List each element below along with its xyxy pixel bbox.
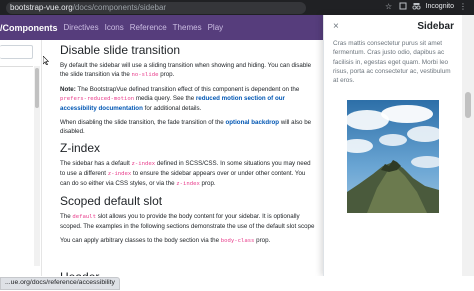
sidebar-title: Sidebar	[417, 20, 454, 32]
browser-window: bootstrap-vue.org /docs/components/sideb…	[0, 0, 474, 291]
text: slot allows you to provide the body cont…	[60, 213, 315, 230]
code-z-index: z-index	[131, 161, 156, 167]
heading-disable-slide-transition: Disable slide transition	[60, 43, 181, 57]
paragraph: The default slot allows you to provide t…	[60, 212, 317, 231]
star-icon[interactable]: ☆	[384, 1, 394, 11]
text: The BootstrapVue defined transition effe…	[75, 86, 300, 93]
text: When disabling the slide transition, the…	[60, 119, 226, 126]
main-content: Disable slide transition By default the …	[47, 40, 323, 276]
code-z-index: z-index	[176, 181, 200, 187]
address-bar[interactable]: bootstrap-vue.org /docs/components/sideb…	[6, 1, 306, 14]
sidebar-panel: × Sidebar Cras mattis consectetur purus …	[323, 15, 462, 276]
nav-brand-components[interactable]: /Components	[0, 23, 58, 33]
text: prop.	[254, 237, 271, 244]
status-bar: ...ue.org/docs/reference/accessibility	[0, 276, 474, 291]
sidebar-header: × Sidebar	[324, 15, 462, 37]
text: for additional details.	[142, 105, 202, 112]
status-url: ...ue.org/docs/reference/accessibility	[0, 277, 120, 290]
paragraph: The sidebar has a default z-index define…	[60, 159, 317, 189]
code-body-class: body-class	[220, 238, 255, 244]
nav-links: Directives Icons Reference Themes Play	[64, 23, 224, 32]
nav-link-directives[interactable]: Directives	[64, 23, 99, 32]
heading-scoped-default-slot: Scoped default slot	[60, 194, 163, 208]
docs-left-sidebar	[0, 40, 42, 276]
code-prefers-reduced-motion: prefers-reduced-motion	[60, 96, 135, 102]
nav-link-play[interactable]: Play	[208, 23, 224, 32]
heading-z-index: Z-index	[60, 141, 101, 155]
close-icon[interactable]: ×	[333, 21, 339, 32]
text: prop.	[199, 180, 216, 187]
sidebar-divider	[0, 66, 33, 67]
link-optional-backdrop[interactable]: optional backdrop	[225, 119, 279, 126]
incognito-icon[interactable]	[412, 1, 422, 11]
page-scrollbar-track[interactable]	[462, 15, 474, 276]
page-scrollbar-thumb[interactable]	[465, 92, 471, 118]
nav-link-reference[interactable]: Reference	[130, 23, 167, 32]
note-paragraph: Note: The BootstrapVue defined transitio…	[60, 85, 317, 113]
nav-link-icons[interactable]: Icons	[105, 23, 124, 32]
code-z-index: z-index	[107, 171, 132, 177]
paragraph: You can apply arbitrary classes to the b…	[60, 236, 317, 246]
nav-link-themes[interactable]: Themes	[173, 23, 202, 32]
paragraph: When disabling the slide transition, the…	[60, 118, 317, 136]
sidebar-body-text: Cras mattis consectetur purus sit amet f…	[333, 40, 451, 85]
text: You can apply arbitrary classes to the b…	[60, 237, 221, 244]
incognito-label[interactable]: Incognito	[426, 3, 454, 10]
code-default: default	[72, 214, 96, 220]
text: media query. See the	[134, 95, 196, 102]
code-no-slide: no-slide	[131, 72, 159, 78]
text: By default the sidebar will use a slidin…	[60, 62, 312, 78]
extensions-icon[interactable]	[398, 1, 408, 11]
paragraph: By default the sidebar will use a slidin…	[60, 61, 317, 80]
text: The sidebar has a default	[60, 160, 132, 167]
browser-actions: ☆ Incognito ⋮	[384, 1, 468, 11]
left-scrollbar-thumb[interactable]	[35, 68, 39, 108]
docs-search-input[interactable]	[0, 45, 33, 59]
menu-icon[interactable]: ⋮	[458, 1, 468, 11]
url-host: bootstrap-vue.org	[10, 3, 73, 12]
browser-toolbar: bootstrap-vue.org /docs/components/sideb…	[0, 0, 474, 15]
sidebar-image	[347, 100, 439, 214]
text: prop.	[158, 71, 175, 78]
note-label: Note:	[60, 86, 76, 93]
text: The	[60, 213, 73, 220]
url-path: /docs/components/sidebar	[72, 3, 167, 12]
